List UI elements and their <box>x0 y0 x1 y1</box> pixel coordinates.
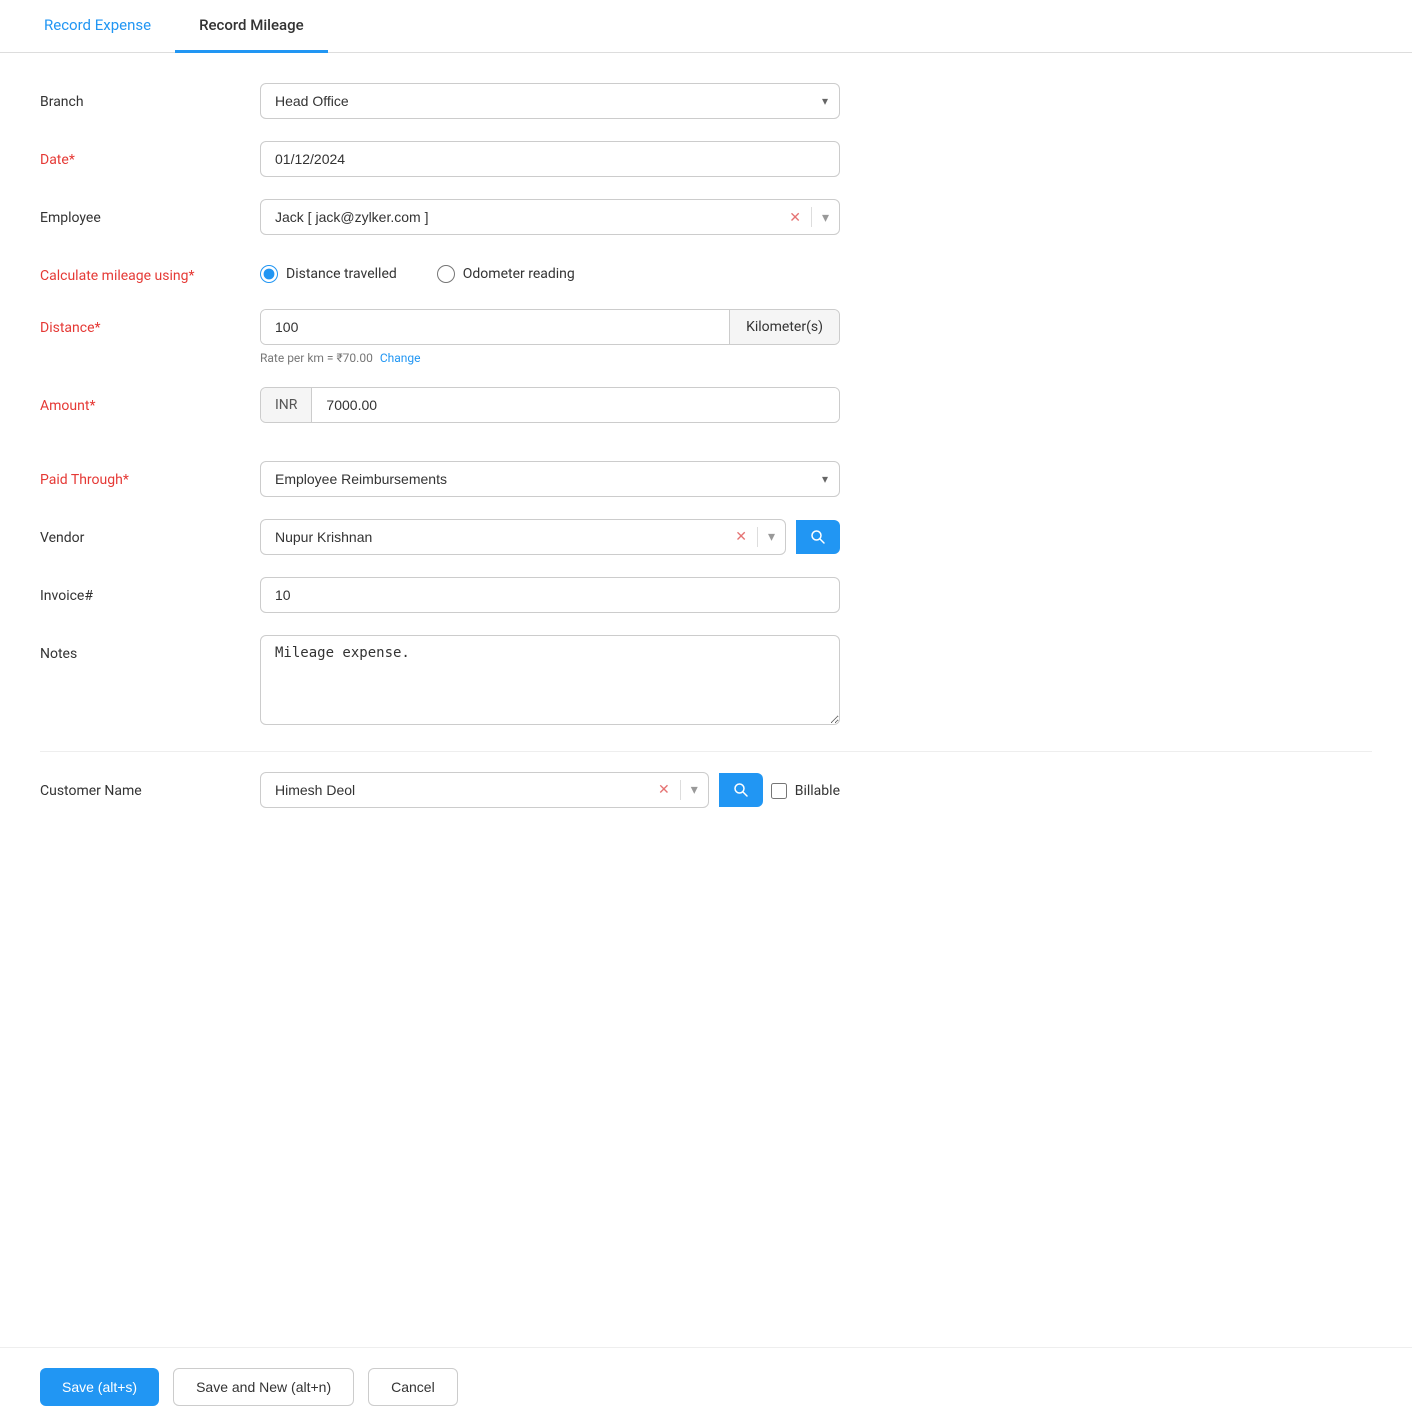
customer-name-row: Customer Name ✕ ▾ <box>40 772 1372 808</box>
vendor-search-icon <box>810 529 826 545</box>
branch-label: Branch <box>40 83 260 113</box>
tab-record-expense[interactable]: Record Expense <box>20 0 175 53</box>
notes-row: Notes Mileage expense. <box>40 635 1372 729</box>
paid-through-control: Employee Reimbursements Cash Credit Card… <box>260 461 840 497</box>
employee-chevron-icon: ▾ <box>822 209 829 226</box>
notes-textarea[interactable]: Mileage expense. <box>260 635 840 725</box>
paid-through-row: Paid Through* Employee Reimbursements Ca… <box>40 461 1372 497</box>
section-divider <box>40 751 1372 752</box>
date-label: Date* <box>40 141 260 171</box>
radio-odometer-reading[interactable]: Odometer reading <box>437 265 575 283</box>
radio-distance-travelled[interactable]: Distance travelled <box>260 265 397 283</box>
rate-info: Rate per km = ₹70.00 Change <box>260 351 840 365</box>
cancel-button[interactable]: Cancel <box>368 1368 458 1406</box>
tab-record-mileage[interactable]: Record Mileage <box>175 0 328 53</box>
branch-select[interactable]: Head Office Branch 1 Branch 2 <box>260 83 840 119</box>
amount-input-wrapper: INR <box>260 387 840 423</box>
customer-input-wrapper: ✕ ▾ <box>260 772 709 808</box>
distance-label: Distance* <box>40 309 260 339</box>
vendor-search-button[interactable] <box>796 520 840 554</box>
distance-row: Distance* Kilometer(s) Rate per km = ₹70… <box>40 309 1372 365</box>
distance-control: Kilometer(s) Rate per km = ₹70.00 Change <box>260 309 840 365</box>
customer-search-button[interactable] <box>719 773 763 807</box>
vendor-chevron-icon: ▾ <box>768 528 775 545</box>
branch-row: Branch Head Office Branch 1 Branch 2 ▾ <box>40 83 1372 119</box>
customer-search-icon <box>733 782 749 798</box>
customer-name-label: Customer Name <box>40 772 260 802</box>
vendor-input[interactable] <box>261 520 725 554</box>
employee-input[interactable] <box>261 200 779 234</box>
employee-row: Employee ✕ ▾ <box>40 199 1372 235</box>
distance-input[interactable] <box>261 310 729 344</box>
paid-through-select-wrapper: Employee Reimbursements Cash Credit Card… <box>260 461 840 497</box>
form-area: Branch Head Office Branch 1 Branch 2 ▾ D… <box>0 53 1412 1347</box>
rate-change-link[interactable]: Change <box>380 351 421 365</box>
employee-clear-icon: ✕ <box>789 209 801 226</box>
vendor-clear-button[interactable]: ✕ <box>725 528 757 545</box>
amount-control: INR <box>260 387 840 423</box>
calculate-mileage-control: Distance travelled Odometer reading <box>260 257 840 283</box>
vendor-input-group: ✕ ▾ <box>260 519 840 555</box>
billable-label: Billable <box>795 783 840 799</box>
vendor-row: Vendor ✕ ▾ <box>40 519 1372 555</box>
invoice-input[interactable] <box>260 577 840 613</box>
billable-wrapper: Billable <box>771 783 840 799</box>
amount-label: Amount* <box>40 387 260 417</box>
billable-checkbox[interactable] <box>771 783 787 799</box>
invoice-row: Invoice# <box>40 577 1372 613</box>
distance-input-wrapper: Kilometer(s) <box>260 309 840 345</box>
date-row: Date* <box>40 141 1372 177</box>
spacer <box>40 445 1372 461</box>
invoice-label: Invoice# <box>40 577 260 607</box>
vendor-label: Vendor <box>40 519 260 549</box>
customer-chevron-icon: ▾ <box>691 781 698 798</box>
vendor-control: ✕ ▾ <box>260 519 840 555</box>
vendor-input-wrapper: ✕ ▾ <box>260 519 786 555</box>
customer-name-control: ✕ ▾ Billa <box>260 772 840 808</box>
tab-bar: Record Expense Record Mileage <box>0 0 1412 53</box>
vendor-chevron-button[interactable]: ▾ <box>758 528 785 545</box>
employee-chevron-button[interactable]: ▾ <box>812 209 839 226</box>
invoice-control <box>260 577 840 613</box>
employee-clear-button[interactable]: ✕ <box>779 209 811 226</box>
save-and-new-button[interactable]: Save and New (alt+n) <box>173 1368 354 1406</box>
customer-clear-icon: ✕ <box>658 781 670 798</box>
notes-label: Notes <box>40 635 260 665</box>
customer-chevron-button[interactable]: ▾ <box>681 781 708 798</box>
vendor-clear-icon: ✕ <box>735 528 747 545</box>
date-control <box>260 141 840 177</box>
paid-through-select[interactable]: Employee Reimbursements Cash Credit Card <box>260 461 840 497</box>
distance-unit-label: Kilometer(s) <box>729 310 839 344</box>
customer-name-input[interactable] <box>261 773 648 807</box>
employee-control: ✕ ▾ <box>260 199 840 235</box>
customer-input-group: ✕ ▾ Billa <box>260 772 840 808</box>
calculate-mileage-label: Calculate mileage using* <box>40 257 260 287</box>
branch-control: Head Office Branch 1 Branch 2 ▾ <box>260 83 840 119</box>
currency-badge: INR <box>261 388 312 422</box>
radio-odometer-input[interactable] <box>437 265 455 283</box>
footer-buttons: Save (alt+s) Save and New (alt+n) Cancel <box>0 1347 1412 1426</box>
customer-clear-button[interactable]: ✕ <box>648 781 680 798</box>
amount-row: Amount* INR <box>40 387 1372 423</box>
radio-distance-input[interactable] <box>260 265 278 283</box>
save-button[interactable]: Save (alt+s) <box>40 1368 159 1406</box>
calculate-mileage-row: Calculate mileage using* Distance travel… <box>40 257 1372 287</box>
notes-control: Mileage expense. <box>260 635 840 729</box>
amount-input[interactable] <box>312 388 839 422</box>
employee-input-wrapper: ✕ ▾ <box>260 199 840 235</box>
branch-select-wrapper: Head Office Branch 1 Branch 2 ▾ <box>260 83 840 119</box>
employee-label: Employee <box>40 199 260 229</box>
paid-through-label: Paid Through* <box>40 461 260 491</box>
mileage-radio-group: Distance travelled Odometer reading <box>260 257 840 283</box>
date-input[interactable] <box>260 141 840 177</box>
